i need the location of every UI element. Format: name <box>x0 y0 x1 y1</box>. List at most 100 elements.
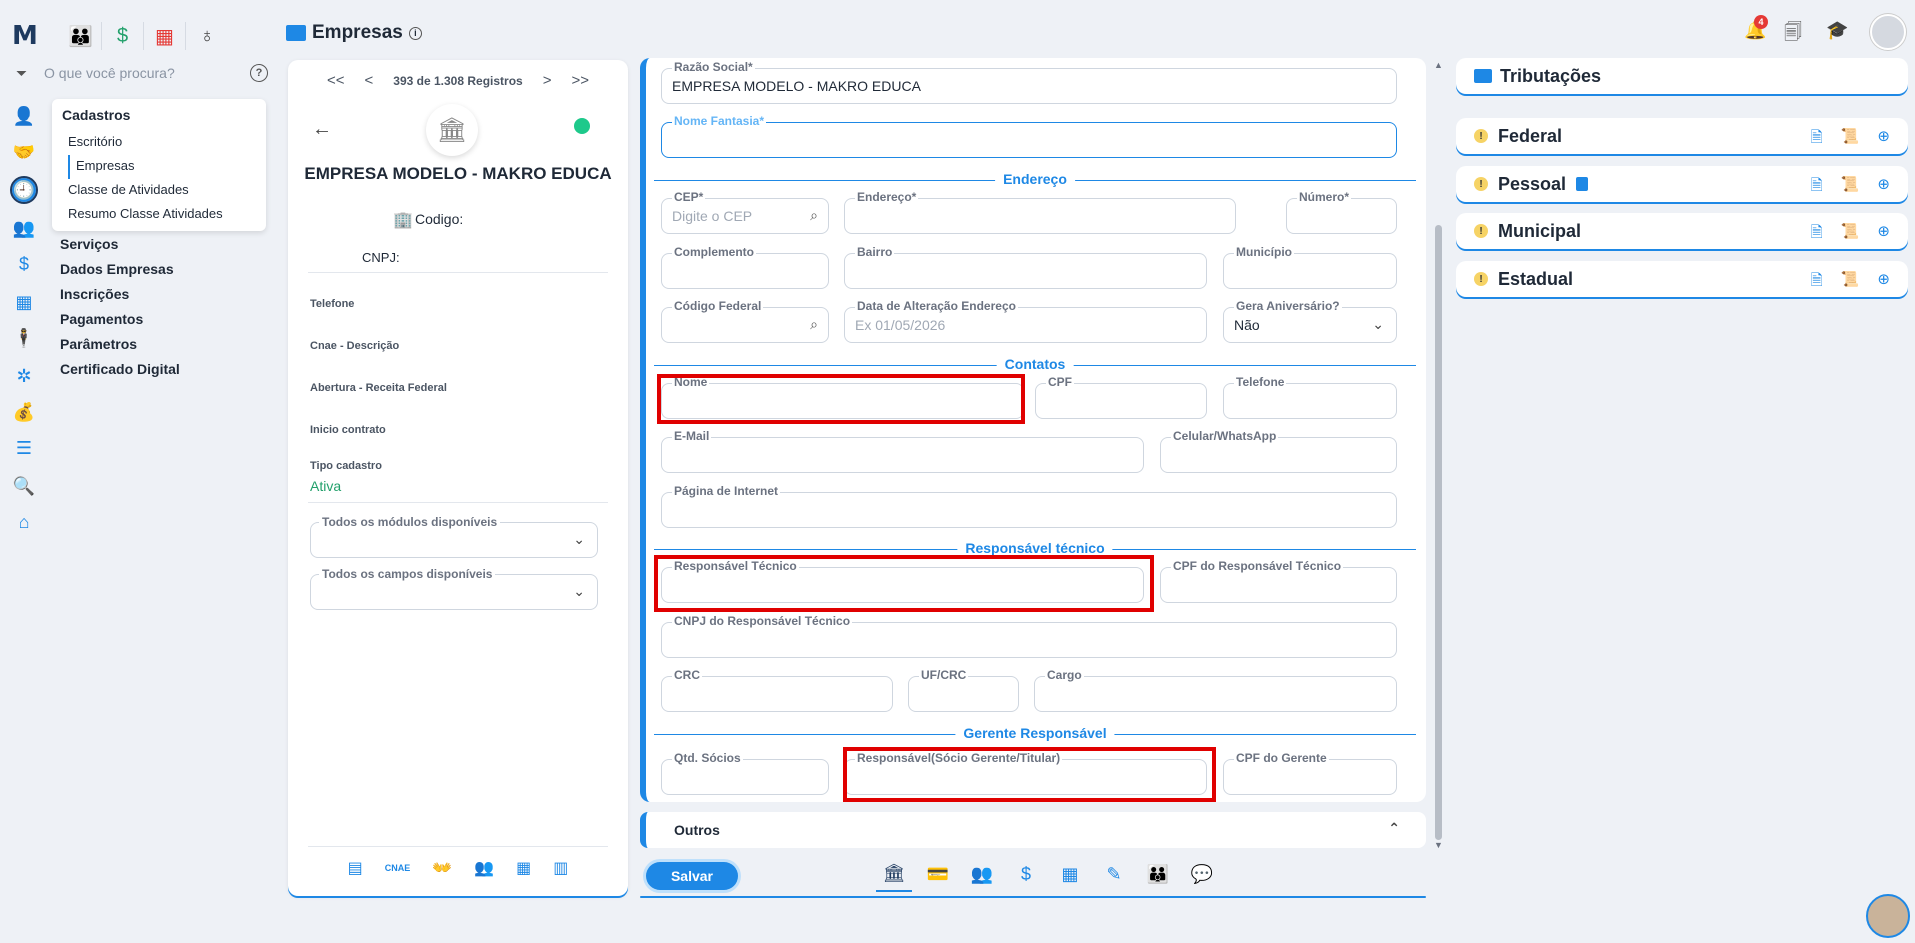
search-icon[interactable]: ⌕ <box>810 207 818 224</box>
submenu-item-classe-atividades[interactable]: Classe de Atividades <box>62 179 256 203</box>
tributacao-estadual[interactable]: ! Estadual 🗎 📜 ⊕ <box>1456 261 1908 297</box>
add-circle-icon[interactable]: ⊕ <box>1877 270 1890 295</box>
document-icon[interactable]: ▥ <box>553 858 568 878</box>
uf-crc-field[interactable]: UF/CRC <box>908 668 1019 712</box>
people-icon[interactable]: 👥 <box>474 858 494 878</box>
tributacao-municipal[interactable]: ! Municipal 🗎 📜 ⊕ <box>1456 213 1908 249</box>
tab-chat-icon[interactable]: 💬 <box>1184 856 1220 892</box>
modules-select[interactable]: Todos os módulos disponíveis ⌄ <box>310 515 598 558</box>
add-circle-icon[interactable]: ⊕ <box>1877 127 1890 152</box>
add-circle-icon[interactable]: ⊕ <box>1877 175 1890 200</box>
numero-field[interactable]: Número* <box>1286 190 1397 234</box>
search-doc-icon[interactable]: 🗎 <box>1811 222 1823 247</box>
users-icon[interactable]: 👥 <box>12 216 36 240</box>
tab-group-icon[interactable]: 👪 <box>1140 856 1176 892</box>
first-record-button[interactable]: << <box>327 72 345 89</box>
cep-field[interactable]: CEP* Digite o CEP ⌕ <box>661 190 829 234</box>
bairro-field[interactable]: Bairro <box>844 245 1207 289</box>
cnpj-responsavel-field[interactable]: CNPJ do Responsável Técnico <box>661 614 1397 658</box>
submenu-header[interactable]: Cadastros <box>62 107 256 123</box>
table-icon[interactable]: ▦ <box>516 858 531 878</box>
nav-item-inscricoes[interactable]: Inscrições <box>60 286 180 311</box>
nav-item-servicos[interactable]: Serviços <box>60 236 180 261</box>
add-circle-icon[interactable]: ⊕ <box>1877 222 1890 247</box>
home-icon[interactable]: ⌂ <box>12 510 36 534</box>
tab-users-icon[interactable]: 👥 <box>964 856 1000 892</box>
form-scrollbar[interactable]: ▲ ▼ <box>1434 60 1443 850</box>
assistant-avatar[interactable] <box>1866 894 1910 938</box>
cpf-gerente-field[interactable]: CPF do Gerente <box>1223 751 1397 795</box>
layers-icon[interactable]: ☰ <box>12 436 36 460</box>
dollar-icon[interactable]: $ <box>12 252 36 276</box>
save-button[interactable]: Salvar <box>646 862 738 890</box>
crc-field[interactable]: CRC <box>661 668 893 712</box>
data-alteracao-field[interactable]: Data de Alteração Endereço Ex 01/05/2026 <box>844 299 1207 343</box>
fields-select[interactable]: Todos os campos disponíveis ⌄ <box>310 567 598 610</box>
endereco-field[interactable]: Endereço* <box>844 190 1236 234</box>
telefone-field[interactable]: Telefone <box>1223 375 1397 419</box>
cargo-field[interactable]: Cargo <box>1034 668 1397 712</box>
user-add-icon[interactable]: 👤 <box>12 104 36 128</box>
calendar-icon[interactable]: ▤ <box>348 858 363 878</box>
cpf-field[interactable]: CPF <box>1035 375 1207 419</box>
cpf-responsavel-field[interactable]: CPF do Responsável Técnico <box>1160 559 1397 603</box>
tributacao-pessoal[interactable]: ! Pessoal 🗎 📜 ⊕ <box>1456 166 1908 202</box>
submenu-item-escritorio[interactable]: Escritório <box>62 131 256 155</box>
tab-card-icon[interactable]: 💳 <box>920 856 956 892</box>
handshake-icon[interactable]: 🤝 <box>12 140 36 164</box>
gera-aniversario-select[interactable]: Gera Aniversário? Não ⌄ <box>1223 299 1397 343</box>
filter-icon[interactable]: ⏷ <box>16 65 32 81</box>
nome-fantasia-field[interactable]: Nome Fantasia* <box>661 114 1397 158</box>
back-arrow-icon[interactable]: ← <box>312 118 332 141</box>
pagina-internet-field[interactable]: Página de Internet <box>661 484 1397 528</box>
submenu-item-resumo-classe[interactable]: Resumo Classe Atividades <box>62 203 256 227</box>
graduation-cap-icon[interactable]: 🎓 <box>1826 20 1848 41</box>
scrollbar-thumb[interactable] <box>1435 225 1442 840</box>
people-module-icon[interactable]: 👪 <box>60 22 102 50</box>
report-search-icon[interactable]: 🗐 <box>1784 20 1802 50</box>
next-record-button[interactable]: > <box>543 72 552 89</box>
prev-record-button[interactable]: < <box>365 72 374 89</box>
tab-document-edit-icon[interactable]: ✎ <box>1096 856 1132 892</box>
nav-item-pagamentos[interactable]: Pagamentos <box>60 311 180 336</box>
municipio-field[interactable]: Município <box>1223 245 1397 289</box>
razao-social-field[interactable]: Razão Social* EMPRESA MODELO - MAKRO EDU… <box>661 60 1397 104</box>
complemento-field[interactable]: Complemento <box>661 245 829 289</box>
scroll-icon[interactable]: 📜 <box>1841 222 1860 247</box>
hand-people-icon[interactable]: 👐 <box>432 858 452 878</box>
search-doc-icon[interactable]: 🗎 <box>1811 127 1823 152</box>
tab-calculator-icon[interactable]: ▦ <box>1052 856 1088 892</box>
outros-section[interactable]: Outros ⌃ <box>640 812 1426 848</box>
qtd-socios-field[interactable]: Qtd. Sócios <box>661 751 829 795</box>
table-module-icon[interactable]: ▦ <box>144 22 186 50</box>
tributacao-federal[interactable]: ! Federal 🗎 📜 ⊕ <box>1456 118 1908 154</box>
search-icon[interactable]: ⌕ <box>810 316 818 333</box>
scroll-icon[interactable]: 📜 <box>1841 175 1860 200</box>
scroll-down-arrow[interactable]: ▼ <box>1434 840 1443 850</box>
money-bag-module-icon[interactable]: ♁ <box>186 22 228 50</box>
search-input[interactable]: O que você procura? <box>44 65 175 81</box>
network-icon[interactable]: ✲ <box>12 364 36 388</box>
submenu-item-empresas[interactable]: Empresas <box>68 155 256 179</box>
search-icon[interactable]: 🔍 <box>12 474 36 498</box>
scroll-icon[interactable]: 📜 <box>1841 127 1860 152</box>
calculator-icon[interactable]: ▦ <box>12 290 36 314</box>
search-doc-icon[interactable]: 🗎 <box>1811 270 1823 295</box>
nav-item-certificado[interactable]: Certificado Digital <box>60 361 180 386</box>
celular-field[interactable]: Celular/WhatsApp <box>1160 429 1397 473</box>
user-avatar[interactable] <box>1870 14 1906 50</box>
email-field[interactable]: E-Mail <box>661 429 1144 473</box>
tab-dollar-icon[interactable]: $ <box>1008 856 1044 892</box>
scroll-icon[interactable]: 📜 <box>1841 270 1860 295</box>
info-icon[interactable]: i <box>408 26 422 40</box>
nav-item-parametros[interactable]: Parâmetros <box>60 336 180 361</box>
scroll-up-arrow[interactable]: ▲ <box>1434 60 1443 70</box>
search-doc-icon[interactable]: 🗎 <box>1811 175 1823 200</box>
last-record-button[interactable]: >> <box>571 72 589 89</box>
tab-bank-icon[interactable]: 🏛 <box>876 856 912 892</box>
app-logo[interactable]: Ⅿ <box>12 20 38 50</box>
clock-icon[interactable]: 🕘 <box>10 176 38 204</box>
money-bag-icon[interactable]: 💰 <box>12 400 36 424</box>
help-icon[interactable]: ? <box>250 64 268 82</box>
dollar-module-icon[interactable]: $ <box>102 22 144 50</box>
